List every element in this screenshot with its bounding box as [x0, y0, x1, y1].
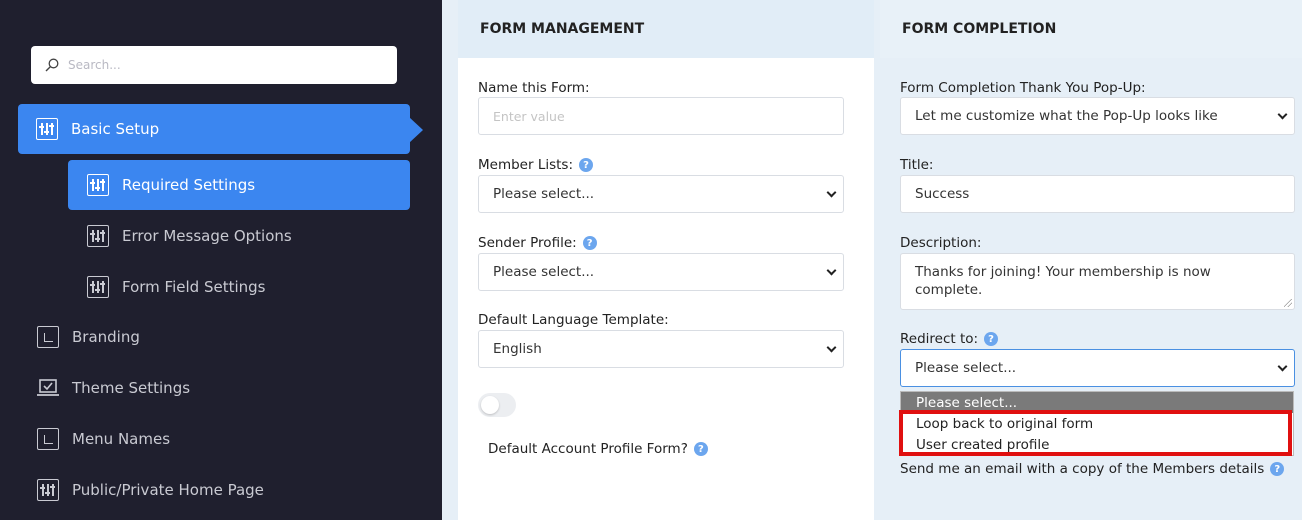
help-icon[interactable]: ? [693, 442, 708, 456]
sidebar-item-error-message-options[interactable]: Error Message Options [87, 224, 292, 248]
chevron-down-icon [1277, 109, 1288, 120]
popup-select[interactable]: Let me customize what the Pop-Up looks l… [900, 97, 1295, 135]
search-box[interactable] [31, 46, 397, 84]
chevron-down-icon [1277, 361, 1288, 372]
sidebar-item-label: Branding [72, 328, 140, 346]
help-icon[interactable]: ? [579, 158, 594, 172]
member-lists-label: Member Lists:? [478, 157, 594, 173]
help-icon[interactable]: ? [984, 332, 999, 346]
sidebar-item-label: Theme Settings [72, 379, 191, 397]
description-label: Description: [900, 235, 982, 251]
sidebar-item-label: Error Message Options [122, 227, 292, 245]
search-input[interactable] [68, 58, 368, 72]
title-label: Title: [900, 157, 934, 173]
chevron-down-icon [826, 342, 837, 353]
sender-profile-label: Sender Profile:? [478, 235, 597, 251]
sidebar-item-theme-settings[interactable]: Theme Settings [37, 376, 190, 400]
resize-handle[interactable] [1284, 299, 1292, 307]
sidebar-item-label: Required Settings [122, 176, 256, 194]
sidebar-item-label: Menu Names [72, 430, 171, 448]
help-icon[interactable]: ? [582, 236, 597, 250]
sidebar-item-label: Basic Setup [71, 120, 160, 138]
sliders-icon [87, 225, 109, 247]
form-management-heading: FORM MANAGEMENT [458, 0, 874, 58]
active-pointer [409, 117, 423, 143]
member-lists-select[interactable]: Please select... [478, 175, 844, 213]
sidebar-item-branding[interactable]: Branding [37, 325, 140, 349]
sidebar-item-required-settings[interactable]: Required Settings [68, 160, 410, 210]
sidebar-item-label: Form Field Settings [122, 278, 266, 296]
sidebar-item-public-private-home-page[interactable]: Public/Private Home Page [37, 478, 264, 502]
chevron-down-icon [826, 187, 837, 198]
sliders-icon [87, 174, 109, 196]
sidebar-item-form-field-settings[interactable]: Form Field Settings [87, 275, 265, 299]
highlight-box [899, 410, 1292, 456]
language-template-select[interactable]: English [478, 330, 844, 368]
chevron-down-icon [826, 265, 837, 276]
sidebar: Basic Setup Required Settings Error Mess… [0, 0, 442, 520]
title-input[interactable]: Success [900, 175, 1295, 213]
frame-icon [37, 326, 59, 348]
sidebar-item-label: Public/Private Home Page [72, 481, 264, 499]
sidebar-item-basic-setup[interactable]: Basic Setup [18, 104, 410, 154]
form-completion-heading: FORM COMPLETION [880, 0, 1302, 58]
description-textarea[interactable]: Thanks for joining! Your membership is n… [900, 253, 1295, 310]
sidebar-item-menu-names[interactable]: Menu Names [37, 427, 170, 451]
email-copy-label: Send me an email with a copy of the Memb… [900, 461, 1285, 477]
sliders-icon [87, 276, 109, 298]
laptop-check-icon [37, 377, 59, 399]
search-icon [45, 58, 59, 72]
sender-profile-select[interactable]: Please select... [478, 253, 844, 291]
language-template-label: Default Language Template: [478, 312, 669, 328]
help-icon[interactable]: ? [1270, 462, 1285, 476]
default-profile-label: Default Account Profile Form?? [488, 441, 708, 457]
sliders-icon [36, 118, 58, 140]
default-profile-toggle[interactable] [478, 393, 516, 417]
redirect-label: Redirect to:? [900, 331, 999, 347]
popup-label: Form Completion Thank You Pop-Up: [900, 80, 1146, 96]
sliders-icon [37, 479, 59, 501]
form-name-input[interactable]: Enter value [478, 97, 844, 135]
redirect-select[interactable]: Please select... [900, 349, 1295, 387]
form-name-label: Name this Form: [478, 80, 590, 96]
frame-icon [37, 428, 59, 450]
